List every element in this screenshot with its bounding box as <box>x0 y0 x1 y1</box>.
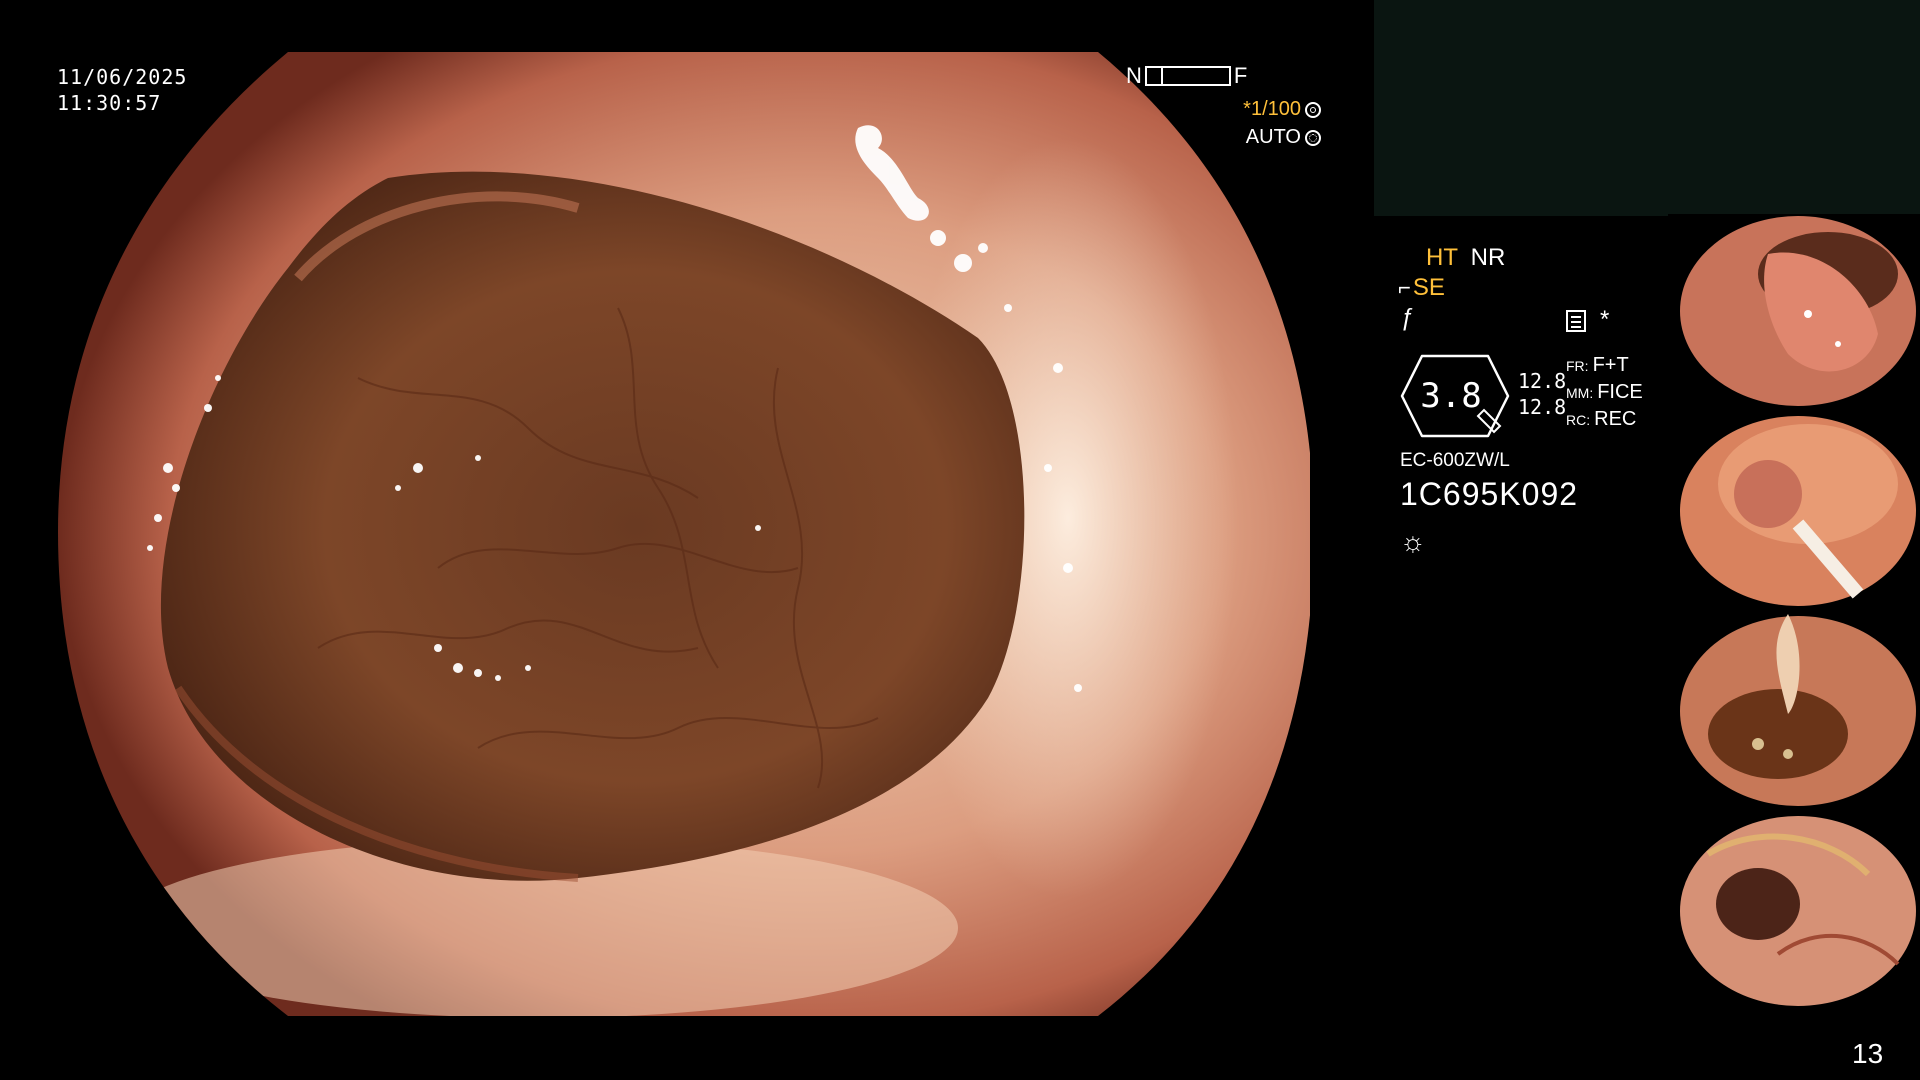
focus-indicator: N F <box>1126 63 1247 89</box>
ht-label: HT <box>1426 244 1458 271</box>
thumbnail-3[interactable] <box>1668 614 1920 808</box>
ht-nr-line: HT NR <box>1426 244 1505 272</box>
thumbnail-2[interactable] <box>1668 414 1920 608</box>
se-label: SE <box>1412 274 1445 301</box>
mode-fr: FR: F+T <box>1566 354 1629 376</box>
nr-label: NR <box>1470 244 1506 271</box>
time-label: 11:30:57 <box>57 91 162 115</box>
preview-panel <box>1374 0 1920 216</box>
f-glyph-icon: ƒ <box>1400 304 1414 331</box>
aperture-icon <box>1305 101 1321 118</box>
focus-bar <box>1144 66 1231 86</box>
thumbnail-4[interactable] <box>1668 814 1920 1008</box>
ratio-2: 12.8 <box>1518 395 1567 419</box>
ratio-1: 12.8 <box>1518 369 1567 393</box>
scope-serial: 1C695K092 <box>1400 476 1579 512</box>
settings-panel: HT NR ⌐ SE ƒ * 3.8 12.8 12.8 FR: F+T MM: F… <box>1398 240 1658 580</box>
focus-far-label: F <box>1233 63 1248 88</box>
light-source-icon: ☼ <box>1400 526 1426 557</box>
memo-icon <box>1566 310 1586 332</box>
mode-labels: FR: F+T MM: FICE RC: REC <box>1566 352 1643 433</box>
shutter-speed-value: *1/100 <box>1243 98 1301 120</box>
zoom-value: 3.8 <box>1420 376 1482 416</box>
date-label: 11/06/2025 <box>57 65 188 89</box>
exposure-mode: AUTO <box>1246 126 1321 149</box>
zoom-dial: 3.8 <box>1400 352 1510 440</box>
thumbnail-1[interactable] <box>1668 214 1920 408</box>
scope-model: EC-600ZW/L <box>1400 450 1510 471</box>
focus-near-label: N <box>1126 63 1142 88</box>
flower-icon <box>1305 129 1321 146</box>
datetime-display: 11/06/2025 11:30:57 <box>57 64 187 116</box>
endoscope-main-view <box>58 48 1310 1016</box>
mode-rc: RC: REC <box>1566 408 1637 430</box>
asterisk-icon: * <box>1600 306 1610 333</box>
se-line: ⌐ SE <box>1398 274 1445 302</box>
ratio-values: 12.8 12.8 <box>1518 368 1566 420</box>
page-number: 13 <box>1852 1038 1884 1069</box>
exposure-mode-label: AUTO <box>1245 126 1301 148</box>
mode-mm: MM: FICE <box>1566 381 1643 403</box>
shutter-speed: *1/100 <box>1243 98 1321 121</box>
se-glyph-icon: ⌐ <box>1398 275 1411 300</box>
